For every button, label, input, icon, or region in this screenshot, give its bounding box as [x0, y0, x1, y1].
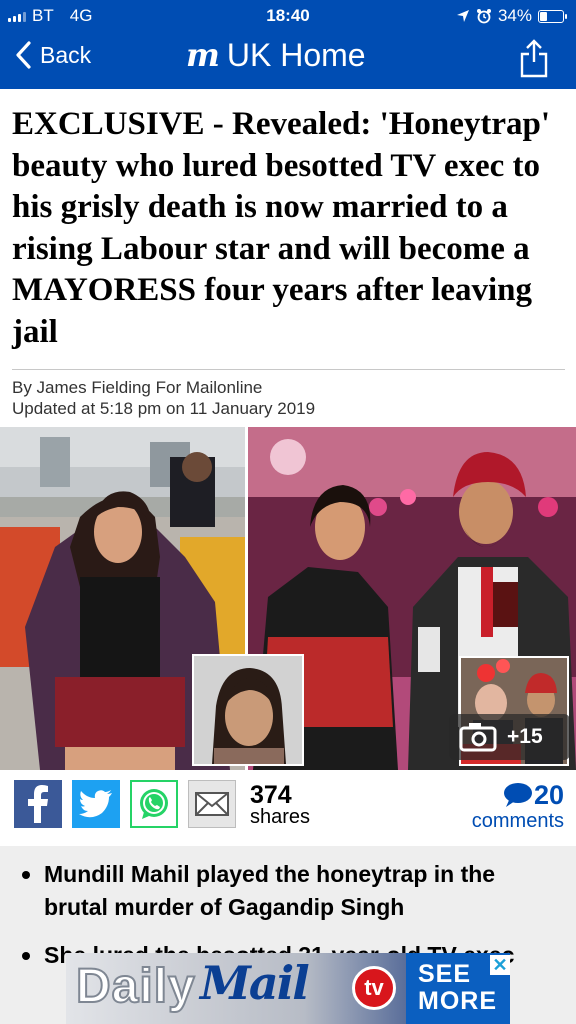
article-headline: EXCLUSIVE - Revealed: 'Honeytrap' beauty… [12, 106, 551, 350]
daily-mail-logo: m [186, 36, 220, 74]
battery-percent: 34% [497, 6, 532, 25]
divider [12, 369, 565, 370]
envelope-icon [195, 792, 229, 816]
photo-gallery-button[interactable]: +15 [449, 714, 570, 760]
ad-close-icon[interactable]: ✕ [490, 955, 510, 975]
site-brand: m UK Home [186, 36, 366, 74]
email-share-button[interactable] [188, 780, 236, 828]
battery-fill [540, 11, 547, 21]
share-count: 374 shares [250, 781, 311, 829]
see-more-line2: MORE [418, 987, 497, 1015]
ad-brand-mail: Mail [200, 956, 310, 1010]
share-icon[interactable] [518, 38, 550, 78]
comments-count-number: 20 [533, 780, 564, 810]
author: By James Fielding For Mailonline [12, 378, 263, 397]
alarm-clock-icon [476, 9, 491, 24]
daily-mail-tv-ad[interactable]: Daily Mail tv SEE MORE [66, 953, 510, 1024]
inset-photo-mugshot[interactable] [192, 654, 304, 766]
top-bar: BT 4G 18:40 34% Back m UK Home [0, 0, 576, 89]
ad-brand-daily: Daily [75, 959, 196, 1014]
whatsapp-icon [140, 789, 168, 819]
mugshot-portrait [194, 656, 302, 764]
comments-link[interactable]: 20 comments [472, 780, 564, 832]
whatsapp-share-button[interactable] [130, 780, 178, 828]
battery-icon [538, 9, 567, 23]
see-more-button[interactable]: SEE MORE [418, 961, 497, 1015]
chevron-left-icon [16, 41, 31, 69]
speech-bubble-icon [503, 783, 532, 807]
see-more-line1: SEE [418, 960, 472, 988]
share-count-label: shares [250, 806, 311, 828]
ad-tv-badge: tv [352, 966, 396, 1010]
section-title: UK Home [226, 36, 366, 73]
navigation-bar: Back m UK Home [0, 30, 576, 89]
camera-icon [459, 723, 497, 752]
twitter-icon [79, 790, 112, 818]
status-right: 34% [456, 6, 567, 26]
back-button[interactable]: Back [14, 40, 91, 70]
facebook-icon [28, 785, 48, 823]
summary-bullet: Mundill Mahil played the honeytrap in th… [22, 858, 542, 924]
byline: By James Fielding For Mailonline Updated… [12, 377, 315, 419]
location-arrow-icon [456, 10, 469, 22]
updated-timestamp: Updated at 5:18 pm on 11 January 2019 [12, 399, 316, 418]
back-label: Back [40, 41, 92, 68]
status-bar: BT 4G 18:40 34% [0, 0, 576, 30]
comments-count: 20 [472, 780, 564, 810]
comments-label: comments [471, 810, 564, 832]
photo-count: +15 [507, 725, 543, 748]
facebook-share-button[interactable] [14, 780, 62, 828]
twitter-share-button[interactable] [72, 780, 120, 828]
share-count-number: 374 [250, 781, 292, 809]
